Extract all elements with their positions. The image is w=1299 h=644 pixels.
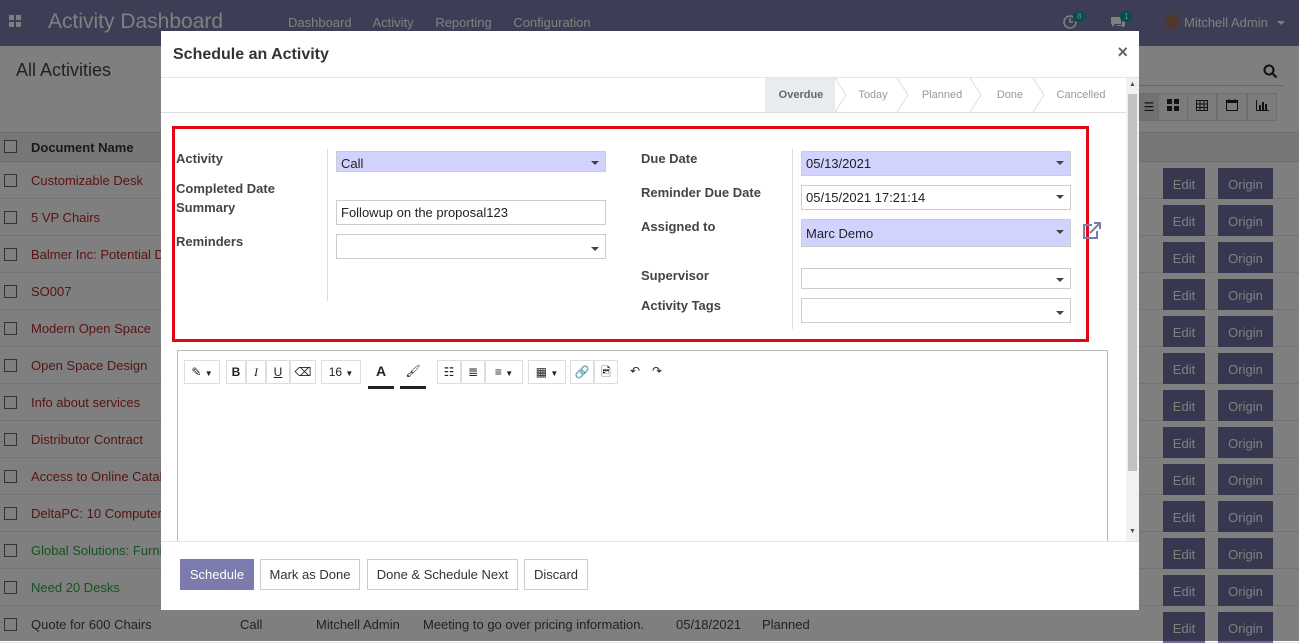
summary-value: Followup on the proposal123: [341, 205, 508, 220]
chevron-down-icon: ▼: [505, 369, 514, 378]
reminder-due-date-value: 05/15/2021 17:21:14: [806, 190, 926, 205]
scroll-down-icon[interactable]: ▼: [1129, 528, 1136, 535]
highlight-color-button[interactable]: 🖌: [400, 360, 426, 384]
text-color-indicator: [368, 386, 394, 389]
dialog-title: Schedule an Activity: [173, 46, 329, 63]
dialog-header: Schedule an Activity ×: [161, 31, 1139, 78]
chevron-down-icon: [1056, 161, 1064, 165]
schedule-activity-dialog: Schedule an Activity × Overdue Today Pla…: [161, 31, 1139, 610]
completed-date-label: Completed Date: [176, 181, 275, 196]
scrollbar-thumb[interactable]: [1128, 94, 1137, 471]
highlight-color-indicator: [400, 386, 426, 389]
dialog-body: Overdue Today Planned Done Cancelled ▲ ▼…: [161, 78, 1139, 541]
supervisor-label: Supervisor: [641, 268, 709, 283]
schedule-button[interactable]: Schedule: [180, 559, 254, 590]
underline-button[interactable]: U: [266, 360, 290, 384]
bullet-list-button[interactable]: ☷: [437, 360, 461, 384]
font-size-dropdown[interactable]: 16 ▼: [321, 360, 361, 384]
dialog-footer: Schedule Mark as Done Done & Schedule Ne…: [161, 541, 1139, 610]
mark-as-done-button[interactable]: Mark as Done: [260, 559, 360, 590]
paragraph-dropdown[interactable]: ≡ ▼: [485, 360, 523, 384]
chevron-down-icon: [1056, 311, 1064, 315]
redo-icon: ↷: [651, 364, 663, 378]
due-date-value: 05/13/2021: [806, 156, 872, 171]
reminders-label: Reminders: [176, 234, 244, 249]
image-icon: 🖻: [601, 365, 611, 379]
activity-tags-label: Activity Tags: [641, 298, 721, 313]
external-link-icon[interactable]: [1082, 222, 1102, 245]
redo-button[interactable]: ↷: [647, 360, 667, 384]
due-date-input[interactable]: 05/13/2021: [801, 151, 1071, 176]
close-icon[interactable]: ×: [1117, 42, 1128, 63]
paintbrush-icon: 🖌: [405, 364, 421, 378]
numbered-list-button[interactable]: ≣: [461, 360, 485, 384]
due-date-label: Due Date: [641, 151, 698, 166]
chevron-down-icon: [1056, 278, 1064, 282]
table-icon: ▦: [535, 365, 548, 379]
supervisor-select[interactable]: [801, 268, 1071, 289]
eraser-icon: ⌫: [294, 365, 312, 379]
scroll-up-icon[interactable]: ▲: [1129, 81, 1136, 88]
stage-arrow-separator: [970, 78, 982, 112]
style-dropdown[interactable]: ✎ ▼: [184, 360, 220, 384]
align-left-icon: ≡: [494, 365, 502, 379]
column-divider: [327, 149, 328, 301]
stage-arrow-separator: [897, 78, 909, 112]
chevron-down-icon: [591, 247, 599, 251]
chevron-down-icon: ▼: [204, 369, 213, 378]
reminder-due-date-input[interactable]: 05/15/2021 17:21:14: [801, 185, 1071, 210]
chevron-down-icon: ▼: [550, 369, 559, 378]
bold-button[interactable]: B: [226, 360, 246, 384]
summary-input[interactable]: Followup on the proposal123: [336, 200, 606, 225]
chevron-down-icon: [1056, 230, 1064, 234]
chevron-down-icon: [591, 161, 599, 165]
reminder-due-date-label: Reminder Due Date: [641, 185, 761, 200]
text-color-button[interactable]: A: [368, 360, 394, 384]
dialog-scrollbar[interactable]: ▲ ▼: [1126, 78, 1139, 541]
link-button[interactable]: 🔗: [570, 360, 594, 384]
ordered-list-icon: ≣: [467, 365, 479, 379]
stage-statusbar: Overdue Today Planned Done Cancelled: [161, 78, 1126, 113]
chevron-down-icon: [1056, 195, 1064, 199]
font-size-value: 16: [328, 365, 343, 379]
activity-type-select[interactable]: Call: [336, 151, 606, 172]
undo-button[interactable]: ↶: [625, 360, 645, 384]
activity-label: Activity: [176, 151, 223, 166]
stage-cancelled[interactable]: Cancelled: [1045, 78, 1117, 112]
column-divider: [792, 149, 793, 329]
summary-label: Summary: [176, 200, 236, 215]
stage-arrow-separator: [835, 78, 847, 112]
note-editor[interactable]: ✎ ▼ B I U ⌫ 16 ▼ A 🖌 ☷ ≣ ≡ ▼ ▦ ▼ 🔗 🖻 ↶ ↷: [177, 350, 1108, 541]
discard-button[interactable]: Discard: [524, 559, 588, 590]
image-button[interactable]: 🖻: [594, 360, 618, 384]
italic-button[interactable]: I: [246, 360, 266, 384]
activity-tags-select[interactable]: [801, 298, 1071, 323]
assigned-to-label: Assigned to: [641, 219, 716, 234]
unordered-list-icon: ☷: [443, 365, 455, 379]
undo-icon: ↶: [629, 364, 641, 378]
done-schedule-next-button[interactable]: Done & Schedule Next: [367, 559, 518, 590]
clear-format-button[interactable]: ⌫: [290, 360, 316, 384]
link-icon: 🔗: [574, 365, 590, 379]
magic-wand-icon: ✎: [191, 365, 202, 379]
stage-overdue[interactable]: Overdue: [765, 78, 837, 112]
table-dropdown[interactable]: ▦ ▼: [528, 360, 566, 384]
activity-type-value: Call: [341, 156, 364, 171]
assigned-to-value: Marc Demo: [806, 226, 874, 241]
stage-arrow-separator: [1033, 78, 1045, 112]
assigned-to-select[interactable]: Marc Demo: [801, 219, 1071, 247]
chevron-down-icon: ▼: [345, 369, 354, 378]
reminders-select[interactable]: [336, 234, 606, 259]
